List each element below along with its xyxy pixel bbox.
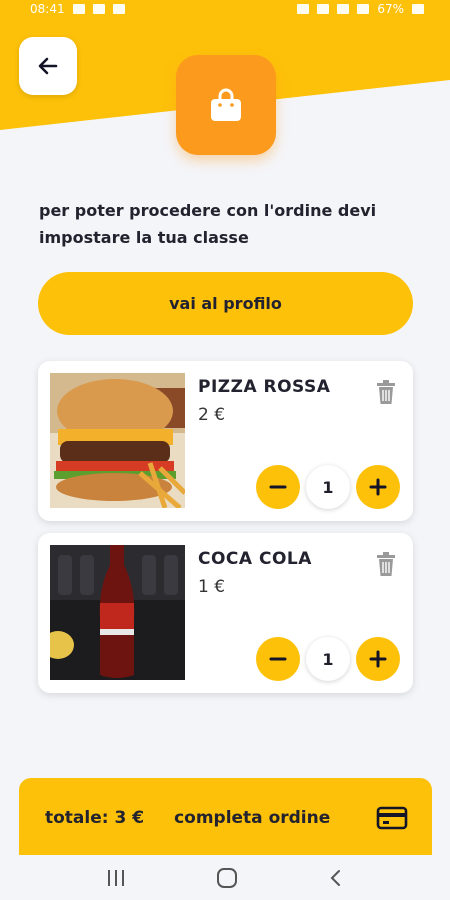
- go-to-profile-button[interactable]: vai al profilo: [38, 272, 413, 335]
- trash-icon[interactable]: [375, 379, 397, 405]
- decrease-button[interactable]: [256, 465, 300, 509]
- status-time: 08:41: [30, 2, 65, 16]
- battery-level: 67%: [377, 2, 404, 16]
- decrease-button[interactable]: [256, 637, 300, 681]
- battery-icon: [412, 4, 424, 14]
- notification-icon: [92, 4, 105, 14]
- home-icon[interactable]: [216, 867, 238, 889]
- android-navigation-bar: [0, 855, 450, 900]
- order-footer: totale: 3 € completa ordine: [19, 778, 432, 858]
- trash-icon[interactable]: [375, 551, 397, 577]
- class-required-notice: per poter procedere con l'ordine devi im…: [39, 201, 377, 247]
- item-name: PIZZA ROSSA: [198, 377, 331, 397]
- increase-button[interactable]: [356, 465, 400, 509]
- quantity-stepper: 1: [256, 637, 400, 681]
- cart-item-card: PIZZA ROSSA 2 € 1: [38, 361, 413, 521]
- coca-cola-bottle-photo: [50, 545, 185, 680]
- cart-item-card: COCA COLA 1 € 1: [38, 533, 413, 693]
- complete-order-button[interactable]: completa ordine: [174, 808, 376, 828]
- go-to-profile-label: vai al profilo: [169, 294, 282, 313]
- mute-icon: [317, 4, 330, 14]
- item-price: 2 €: [198, 405, 226, 425]
- gallery-icon: [72, 4, 85, 14]
- recent-apps-icon[interactable]: [105, 868, 127, 888]
- quantity-value: 1: [306, 637, 350, 681]
- item-price: 1 €: [198, 577, 226, 597]
- wifi-icon: [337, 4, 350, 14]
- order-total: totale: 3 €: [45, 808, 145, 828]
- increase-button[interactable]: [356, 637, 400, 681]
- minus-icon: [269, 657, 287, 661]
- quantity-stepper: 1: [256, 465, 400, 509]
- alarm-icon: [297, 4, 310, 14]
- plus-icon: [369, 478, 387, 496]
- back-button[interactable]: [19, 37, 77, 95]
- screen-icon: [112, 4, 125, 14]
- shopping-bag-icon: [211, 88, 241, 121]
- plus-icon: [369, 650, 387, 668]
- back-chevron-icon[interactable]: [327, 868, 345, 888]
- credit-card-icon[interactable]: [376, 805, 408, 831]
- burger-fries-photo: [50, 373, 185, 508]
- status-bar: 08:41 67%: [0, 0, 450, 18]
- signal-icon: [357, 4, 370, 14]
- quantity-value: 1: [306, 465, 350, 509]
- shopping-bag-tile: [176, 55, 276, 155]
- minus-icon: [269, 485, 287, 489]
- item-name: COCA COLA: [198, 549, 312, 569]
- arrow-left-icon: [38, 57, 58, 75]
